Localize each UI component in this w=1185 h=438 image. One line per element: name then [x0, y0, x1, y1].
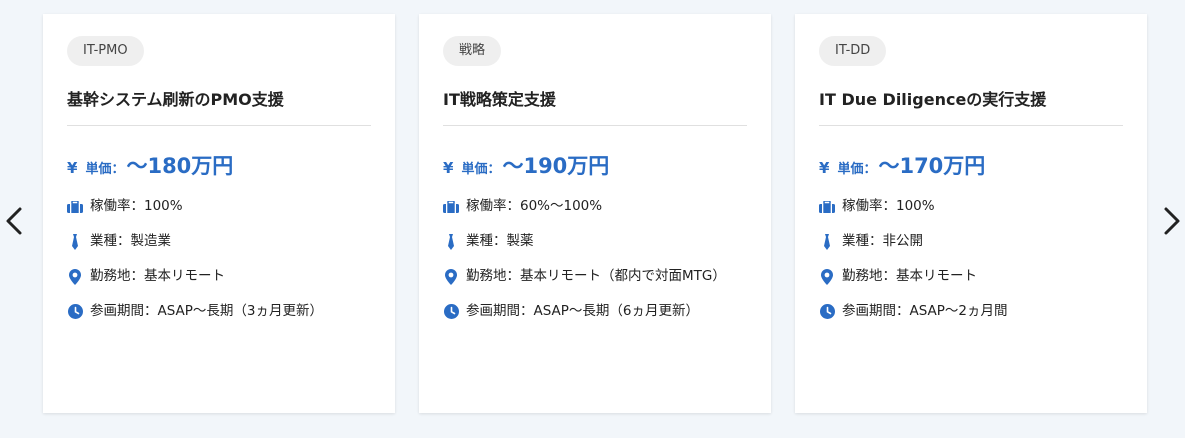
location-pin-icon	[67, 266, 83, 287]
job-card[interactable]: 戦略 IT戦略策定支援 ¥ 単価： 〜190万円 稼働率：60%〜100% 業種…	[419, 14, 771, 413]
location-row: 勤務地：基本リモート	[819, 266, 1123, 287]
job-title[interactable]: IT Due Diligenceの実行支援	[819, 86, 1123, 126]
necktie-icon	[443, 231, 459, 252]
yen-icon: ¥	[443, 159, 454, 177]
chevron-left-icon	[6, 207, 22, 235]
price: ¥ 単価： 〜180万円	[67, 150, 371, 180]
price-label: 単価：	[85, 162, 125, 177]
briefcase-icon	[819, 196, 835, 217]
period-row: 参画期間：ASAP〜長期（6ヵ月更新）	[443, 301, 747, 322]
category-tag: IT-DD	[819, 36, 887, 66]
utilization-text: 稼働率：100%	[90, 198, 183, 214]
price: ¥ 単価： 〜170万円	[819, 150, 1123, 180]
period-text: 参画期間：ASAP〜長期（3ヵ月更新）	[90, 303, 324, 319]
industry-text: 業種：製薬	[466, 233, 534, 249]
location-row: 勤務地：基本リモート	[67, 266, 371, 287]
utilization-row: 稼働率：100%	[819, 196, 1123, 217]
job-card[interactable]: IT-PMO 基幹システム刷新のPMO支援 ¥ 単価： 〜180万円 稼働率：1…	[43, 14, 395, 413]
period-text: 参画期間：ASAP〜長期（6ヵ月更新）	[466, 303, 700, 319]
job-carousel: IT-PMO 基幹システム刷新のPMO支援 ¥ 単価： 〜180万円 稼働率：1…	[0, 0, 1185, 438]
location-text: 勤務地：基本リモート	[842, 268, 977, 284]
period-text: 参画期間：ASAP〜2ヵ月間	[842, 303, 1008, 319]
period-row: 参画期間：ASAP〜長期（3ヵ月更新）	[67, 301, 371, 322]
job-card[interactable]: IT-DD IT Due Diligenceの実行支援 ¥ 単価： 〜170万円…	[795, 14, 1147, 413]
industry-text: 業種：非公開	[842, 233, 923, 249]
price-value: 〜170万円	[878, 154, 986, 178]
chevron-right-icon	[1164, 207, 1180, 235]
location-row: 勤務地：基本リモート（都内で対面MTG）	[443, 266, 747, 287]
briefcase-icon	[443, 196, 459, 217]
utilization-text: 稼働率：60%〜100%	[466, 198, 603, 214]
job-title[interactable]: 基幹システム刷新のPMO支援	[67, 86, 371, 126]
utilization-text: 稼働率：100%	[842, 198, 935, 214]
price-value: 〜190万円	[502, 154, 610, 178]
job-title[interactable]: IT戦略策定支援	[443, 86, 747, 126]
price-label: 単価：	[461, 162, 501, 177]
clock-icon	[819, 301, 835, 322]
necktie-icon	[819, 231, 835, 252]
location-text: 勤務地：基本リモート（都内で対面MTG）	[466, 268, 726, 284]
carousel-prev-button[interactable]	[2, 203, 26, 239]
clock-icon	[443, 301, 459, 322]
industry-row: 業種：製造業	[67, 231, 371, 252]
location-text: 勤務地：基本リモート	[90, 268, 225, 284]
location-pin-icon	[443, 266, 459, 287]
price-label: 単価：	[837, 162, 877, 177]
utilization-row: 稼働率：60%〜100%	[443, 196, 747, 217]
necktie-icon	[67, 231, 83, 252]
briefcase-icon	[67, 196, 83, 217]
period-row: 参画期間：ASAP〜2ヵ月間	[819, 301, 1123, 322]
carousel-next-button[interactable]	[1160, 203, 1184, 239]
price-value: 〜180万円	[126, 154, 234, 178]
industry-text: 業種：製造業	[90, 233, 171, 249]
yen-icon: ¥	[67, 159, 78, 177]
category-tag: IT-PMO	[67, 36, 144, 66]
industry-row: 業種：非公開	[819, 231, 1123, 252]
location-pin-icon	[819, 266, 835, 287]
category-tag: 戦略	[443, 36, 502, 66]
industry-row: 業種：製薬	[443, 231, 747, 252]
utilization-row: 稼働率：100%	[67, 196, 371, 217]
price: ¥ 単価： 〜190万円	[443, 150, 747, 180]
clock-icon	[67, 301, 83, 322]
yen-icon: ¥	[819, 159, 830, 177]
